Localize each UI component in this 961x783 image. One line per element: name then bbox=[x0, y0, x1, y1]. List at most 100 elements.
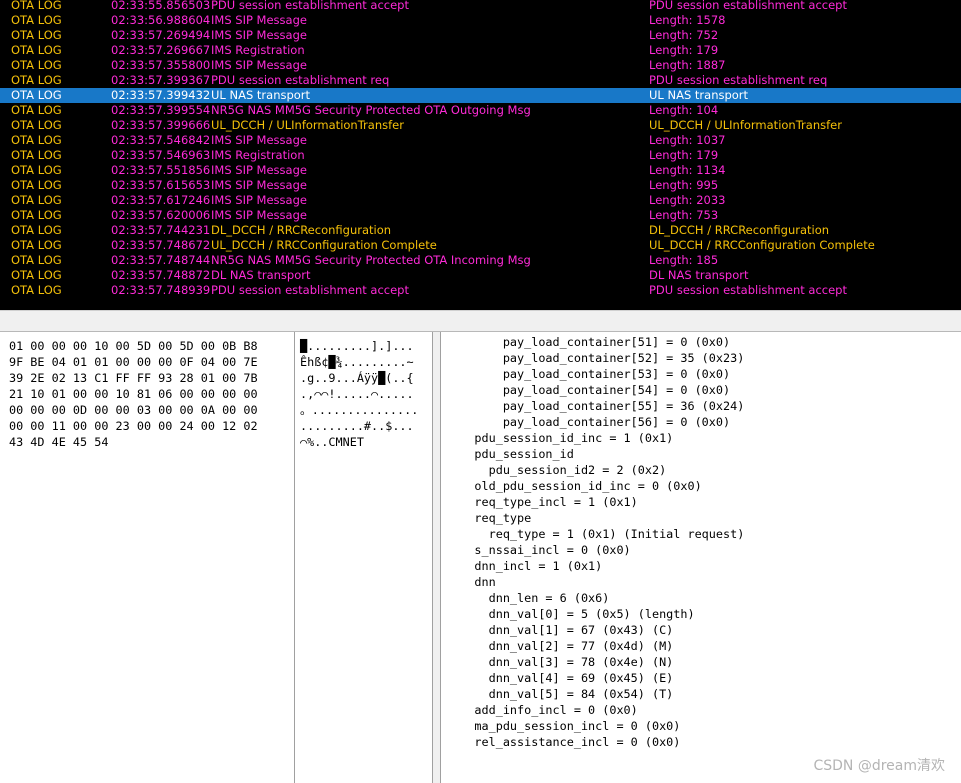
log-type-cell: OTA LOG bbox=[11, 0, 62, 12]
log-time-cell: 02:33:57.620006 bbox=[111, 208, 211, 222]
log-info-cell: PDU session establishment req bbox=[649, 73, 828, 87]
ota-log-table[interactable]: OTA LOG 02:33:55.856503 PDU session establ… bbox=[0, 0, 961, 310]
log-message-cell: IMS SIP Message bbox=[211, 178, 307, 192]
log-row[interactable]: OTA LOG 02:33:57.617246 IMS SIP Message Len… bbox=[0, 193, 961, 208]
log-info-cell: Length: 104 bbox=[649, 103, 719, 117]
decode-line: dnn_val[2] = 77 (0x4d) (M) bbox=[446, 639, 674, 653]
log-info-cell: Length: 1037 bbox=[649, 133, 726, 147]
log-info-cell: DL_DCCH / RRCReconfiguration bbox=[649, 223, 830, 237]
log-row[interactable]: OTA LOG 02:33:57.615653 IMS SIP Message Len… bbox=[0, 178, 961, 193]
log-row[interactable]: OTA LOG 02:33:55.856503 PDU session establ… bbox=[0, 0, 961, 13]
log-row[interactable]: OTA LOG 02:33:57.748672 UL_DCCH / RRCConfi… bbox=[0, 238, 961, 253]
decode-line: pdu_session_id bbox=[446, 447, 574, 461]
log-message-cell: IMS SIP Message bbox=[211, 28, 307, 42]
log-info-cell: PDU session establishment accept bbox=[649, 283, 847, 297]
log-type-cell: OTA LOG bbox=[11, 253, 62, 267]
log-message-cell: NR5G NAS MM5G Security Protected OTA Inc… bbox=[211, 253, 531, 267]
log-info-cell: Length: 753 bbox=[649, 208, 719, 222]
log-row[interactable]: OTA LOG 02:33:57.748872 DL NAS transport DL… bbox=[0, 268, 961, 283]
log-message-cell: IMS SIP Message bbox=[211, 163, 307, 177]
log-row[interactable]: OTA LOG 02:33:57.744231 DL_DCCH / RRCRecon… bbox=[0, 223, 961, 238]
log-info-cell: Length: 179 bbox=[649, 148, 719, 162]
log-type-cell: OTA LOG bbox=[11, 238, 62, 252]
log-info-cell: Length: 1134 bbox=[649, 163, 726, 177]
log-row[interactable]: OTA LOG 02:33:57.399554 NR5G NAS MM5G Secu… bbox=[0, 103, 961, 118]
hex-line: 01 00 00 00 10 00 5D 00 5D 00 0B B8 bbox=[9, 339, 258, 353]
decode-line: dnn_val[0] = 5 (0x5) (length) bbox=[446, 607, 695, 621]
log-row[interactable]: OTA LOG 02:33:57.399666 UL_DCCH / ULInform… bbox=[0, 118, 961, 133]
log-type-cell: OTA LOG bbox=[11, 223, 62, 237]
log-message-cell: PDU session establishment accept bbox=[211, 0, 409, 12]
log-message-cell: PDU session establishment accept bbox=[211, 283, 409, 297]
log-row[interactable]: OTA LOG 02:33:57.355800 IMS SIP Message Len… bbox=[0, 58, 961, 73]
hex-view-pane[interactable]: 01 00 00 00 10 00 5D 00 5D 00 0B B8 9F BE… bbox=[0, 332, 295, 783]
ascii-line: ⌒%..CMNET bbox=[300, 435, 364, 449]
log-time-cell: 02:33:57.546963 bbox=[111, 148, 211, 162]
log-type-cell: OTA LOG bbox=[11, 268, 62, 282]
log-time-cell: 02:33:57.748672 bbox=[111, 238, 211, 252]
ascii-view-pane[interactable]: █.........].]... Êhß¢█¾.........~ .g..9...… bbox=[295, 332, 433, 783]
log-row[interactable]: OTA LOG 02:33:57.269667 IMS Registration Le… bbox=[0, 43, 961, 58]
ascii-line: .........#..$... bbox=[300, 419, 414, 433]
log-time-cell: 02:33:57.546842 bbox=[111, 133, 211, 147]
decode-view-pane[interactable]: pay_load_container[51] = 0 (0x0) pay_loa… bbox=[440, 332, 961, 783]
log-type-cell: OTA LOG bbox=[11, 118, 62, 132]
log-info-cell: Length: 1578 bbox=[649, 13, 726, 27]
log-row[interactable]: OTA LOG 02:33:57.620006 IMS SIP Message Len… bbox=[0, 208, 961, 223]
decode-line: pdu_session_id2 = 2 (0x2) bbox=[446, 463, 667, 477]
decode-line: pay_load_container[55] = 36 (0x24) bbox=[446, 399, 745, 413]
watermark: CSDN @dream清欢 bbox=[813, 758, 945, 774]
decode-line: pay_load_container[52] = 35 (0x23) bbox=[446, 351, 745, 365]
vertical-splitter[interactable] bbox=[433, 332, 440, 783]
log-time-cell: 02:33:57.399367 bbox=[111, 73, 211, 87]
log-message-cell: IMS Registration bbox=[211, 43, 305, 57]
log-time-cell: 02:33:57.355800 bbox=[111, 58, 211, 72]
ascii-line: 。............... bbox=[300, 403, 419, 417]
hex-line: 21 10 01 00 00 10 81 06 00 00 00 00 bbox=[9, 387, 258, 401]
log-info-cell: DL NAS transport bbox=[649, 268, 749, 282]
log-message-cell: IMS SIP Message bbox=[211, 208, 307, 222]
decode-line: req_type = 1 (0x1) (Initial request) bbox=[446, 527, 745, 541]
log-row[interactable]: OTA LOG 02:33:57.546963 IMS Registration Le… bbox=[0, 148, 961, 163]
log-type-cell: OTA LOG bbox=[11, 193, 62, 207]
log-message-cell: DL_DCCH / RRCReconfiguration bbox=[211, 223, 392, 237]
log-info-cell: Length: 1887 bbox=[649, 58, 726, 72]
hex-line: 00 00 11 00 00 23 00 00 24 00 12 02 bbox=[9, 419, 258, 433]
log-row[interactable]: OTA LOG 02:33:57.748939 PDU session establ… bbox=[0, 283, 961, 298]
decode-line: dnn_val[5] = 84 (0x54) (T) bbox=[446, 687, 674, 701]
log-type-cell: OTA LOG bbox=[11, 148, 62, 162]
log-message-cell: IMS Registration bbox=[211, 148, 305, 162]
log-message-cell: DL NAS transport bbox=[211, 268, 311, 282]
log-row[interactable]: OTA LOG 02:33:56.988604 IMS SIP Message Len… bbox=[0, 13, 961, 28]
log-time-cell: 02:33:57.399666 bbox=[111, 118, 211, 132]
log-message-cell: UL_DCCH / ULInformationTransfer bbox=[211, 118, 404, 132]
log-message-cell: IMS SIP Message bbox=[211, 133, 307, 147]
log-info-cell: UL NAS transport bbox=[649, 88, 749, 102]
log-time-cell: 02:33:56.988604 bbox=[111, 13, 211, 27]
log-row[interactable]: OTA LOG 02:33:57.551856 IMS SIP Message Len… bbox=[0, 163, 961, 178]
decode-line: ma_pdu_session_incl = 0 (0x0) bbox=[446, 719, 681, 733]
decode-line: dnn_len = 6 (0x6) bbox=[446, 591, 610, 605]
hex-line: 9F BE 04 01 01 00 00 00 0F 04 00 7E bbox=[9, 355, 258, 369]
log-time-cell: 02:33:57.617246 bbox=[111, 193, 211, 207]
log-row[interactable]: OTA LOG 02:33:57.399367 PDU session establ… bbox=[0, 73, 961, 88]
decode-line: pdu_session_id_inc = 1 (0x1) bbox=[446, 431, 674, 445]
log-type-cell: OTA LOG bbox=[11, 208, 62, 222]
log-row[interactable]: OTA LOG 02:33:57.546842 IMS SIP Message Len… bbox=[0, 133, 961, 148]
log-row[interactable]: OTA LOG 02:33:57.269494 IMS SIP Message Len… bbox=[0, 28, 961, 43]
log-time-cell: 02:33:57.748872 bbox=[111, 268, 211, 282]
hex-line: 39 2E 02 13 C1 FF FF 93 28 01 00 7B bbox=[9, 371, 258, 385]
log-type-cell: OTA LOG bbox=[11, 88, 62, 102]
decode-line: dnn_val[4] = 69 (0x45) (E) bbox=[446, 671, 674, 685]
log-info-cell: Length: 995 bbox=[649, 178, 719, 192]
log-time-cell: 02:33:57.399432 bbox=[111, 88, 211, 102]
decode-line: dnn bbox=[446, 575, 496, 589]
decode-line: pay_load_container[56] = 0 (0x0) bbox=[446, 415, 731, 429]
log-type-cell: OTA LOG bbox=[11, 283, 62, 297]
log-row[interactable]: OTA LOG 02:33:57.399432 UL NAS transport UL… bbox=[0, 88, 961, 103]
horizontal-splitter[interactable] bbox=[0, 310, 961, 332]
log-time-cell: 02:33:55.856503 bbox=[111, 0, 211, 12]
log-message-cell: UL NAS transport bbox=[211, 88, 311, 102]
decode-line: pay_load_container[53] = 0 (0x0) bbox=[446, 367, 731, 381]
log-row[interactable]: OTA LOG 02:33:57.748744 NR5G NAS MM5G Secu… bbox=[0, 253, 961, 268]
